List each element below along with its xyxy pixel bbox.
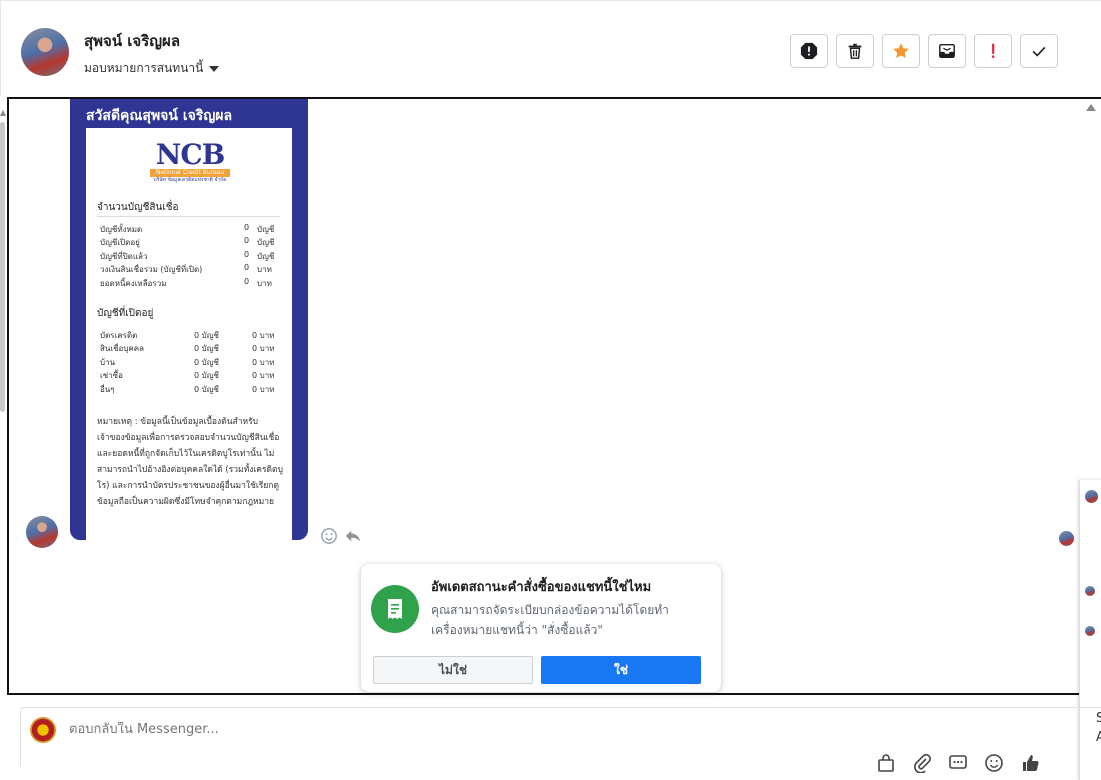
- important-icon: [992, 43, 995, 58]
- section-title-open-accounts: บัญชีที่เปิดอยู่: [97, 308, 154, 319]
- ncb-logo-sub: บริษัท ข้อมูลเครดิตแห่งชาติ จำกัด: [153, 177, 227, 183]
- prompt-body: คุณสามารถจัดระเบียบกล่องข้อความได้โดยทำเ…: [431, 603, 669, 637]
- trash-icon: [848, 43, 862, 59]
- reply-composer: [20, 707, 1101, 773]
- sender-avatar[interactable]: [26, 516, 58, 548]
- summary-row: บัญชีที่ปิดแล้ว 0 บัญชี: [100, 250, 275, 261]
- ncb-logo: NCB National Credit Bureau บริษัท ข้อมูล…: [150, 141, 230, 184]
- archive-icon: [939, 43, 955, 59]
- assign-conversation-dropdown[interactable]: มอบหมายการสนทนานี้: [84, 59, 220, 78]
- seen-indicator-avatar: [1059, 531, 1074, 546]
- prompt-title: อัพเดตสถานะคำสั่งซื้อของแชทนี้ใช่ไหม: [431, 580, 652, 595]
- side-avatar[interactable]: [1085, 626, 1095, 636]
- open-account-row: เช่าซื้อ 0 บัญชี 0 บาท: [100, 371, 275, 380]
- contact-avatar[interactable]: [21, 28, 69, 76]
- header-toolbar: [790, 34, 1058, 68]
- receipt-icon: [371, 585, 419, 633]
- section-title-credit-accounts: จำนวนบัญชีสินเชื่อ: [97, 202, 179, 213]
- side-avatar[interactable]: [1085, 490, 1098, 503]
- saved-reply-icon[interactable]: [948, 753, 968, 773]
- summary-row: วงเงินสินเชื่อรวม (บัญชีที่เปิด) 0 บาท: [100, 263, 272, 274]
- emoji-icon[interactable]: [984, 753, 1004, 773]
- star-icon: [893, 43, 909, 59]
- reply-input[interactable]: [69, 722, 569, 737]
- card-greeting: สวัสดีคุณสุพจน์ เจริญผล: [86, 108, 233, 124]
- card-disclaimer: หมายเหตุ : ข้อมูลนี้เป็นข้อมูลเบื้องต้นส…: [97, 417, 283, 507]
- assign-label: มอบหมายการสนทนานี้: [84, 61, 204, 75]
- summary-row: ยอดหนี้คงเหลือรวม 0 บาท: [100, 277, 272, 288]
- star-button[interactable]: [882, 34, 920, 68]
- no-button[interactable]: ไม่ใช่: [373, 656, 533, 684]
- ncb-logo-bar: National Credit Bureau: [150, 169, 230, 177]
- divider: [97, 216, 280, 217]
- scroll-up-arrow[interactable]: [0, 110, 6, 116]
- page-avatar: [30, 717, 56, 743]
- message-actions: [320, 527, 362, 545]
- spam-icon: [800, 42, 818, 60]
- attach-icon[interactable]: [912, 753, 932, 773]
- delete-button[interactable]: [836, 34, 874, 68]
- open-account-row: บ้าน 0 บัญชี 0 บาท: [100, 358, 275, 367]
- contact-name[interactable]: สุพจน์ เจริญผล: [84, 29, 180, 53]
- check-icon: [1032, 46, 1046, 57]
- open-account-row: อื่นๆ 0 บัญชี 0 บาท: [100, 385, 275, 394]
- chevron-down-icon: [209, 65, 220, 72]
- ncb-logo-text: NCB: [155, 138, 226, 171]
- emoji-react-icon[interactable]: [320, 527, 338, 545]
- mark-important-button[interactable]: [974, 34, 1012, 68]
- mark-spam-button[interactable]: [790, 34, 828, 68]
- mark-done-button[interactable]: [1020, 34, 1058, 68]
- yes-button[interactable]: ใช่: [541, 656, 701, 684]
- bag-icon[interactable]: [876, 753, 896, 773]
- side-avatar[interactable]: [1085, 586, 1095, 596]
- reply-icon[interactable]: [344, 527, 362, 545]
- chat-scroll-up-arrow[interactable]: [1086, 104, 1096, 111]
- conversation-header: สุพจน์ เจริญผล มอบหมายการสนทนานี้: [0, 0, 1101, 96]
- summary-row: บัญชีเปิดอยู่ 0 บัญชี: [100, 236, 275, 247]
- like-icon[interactable]: [1020, 753, 1040, 773]
- composer-toolbar: [876, 753, 1040, 773]
- open-account-row: สินเชื่อบุคคล 0 บัญชี 0 บาท: [100, 344, 275, 353]
- open-account-row: บัตรเครดิต 0 บัญชี 0 บาท: [100, 331, 275, 340]
- left-scrollbar[interactable]: [0, 122, 5, 412]
- order-status-prompt: อัพเดตสถานะคำสั่งซื้อของแชทนี้ใช่ไหม คุณ…: [361, 564, 721, 692]
- ncb-credit-card-message[interactable]: สวัสดีคุณสุพจน์ เจริญผล NCB National Cre…: [70, 99, 308, 540]
- card-content: NCB National Credit Bureau บริษัท ข้อมูล…: [86, 128, 292, 540]
- archive-button[interactable]: [928, 34, 966, 68]
- summary-row: บัญชีทั้งหมด 0 บัญชี: [100, 223, 275, 234]
